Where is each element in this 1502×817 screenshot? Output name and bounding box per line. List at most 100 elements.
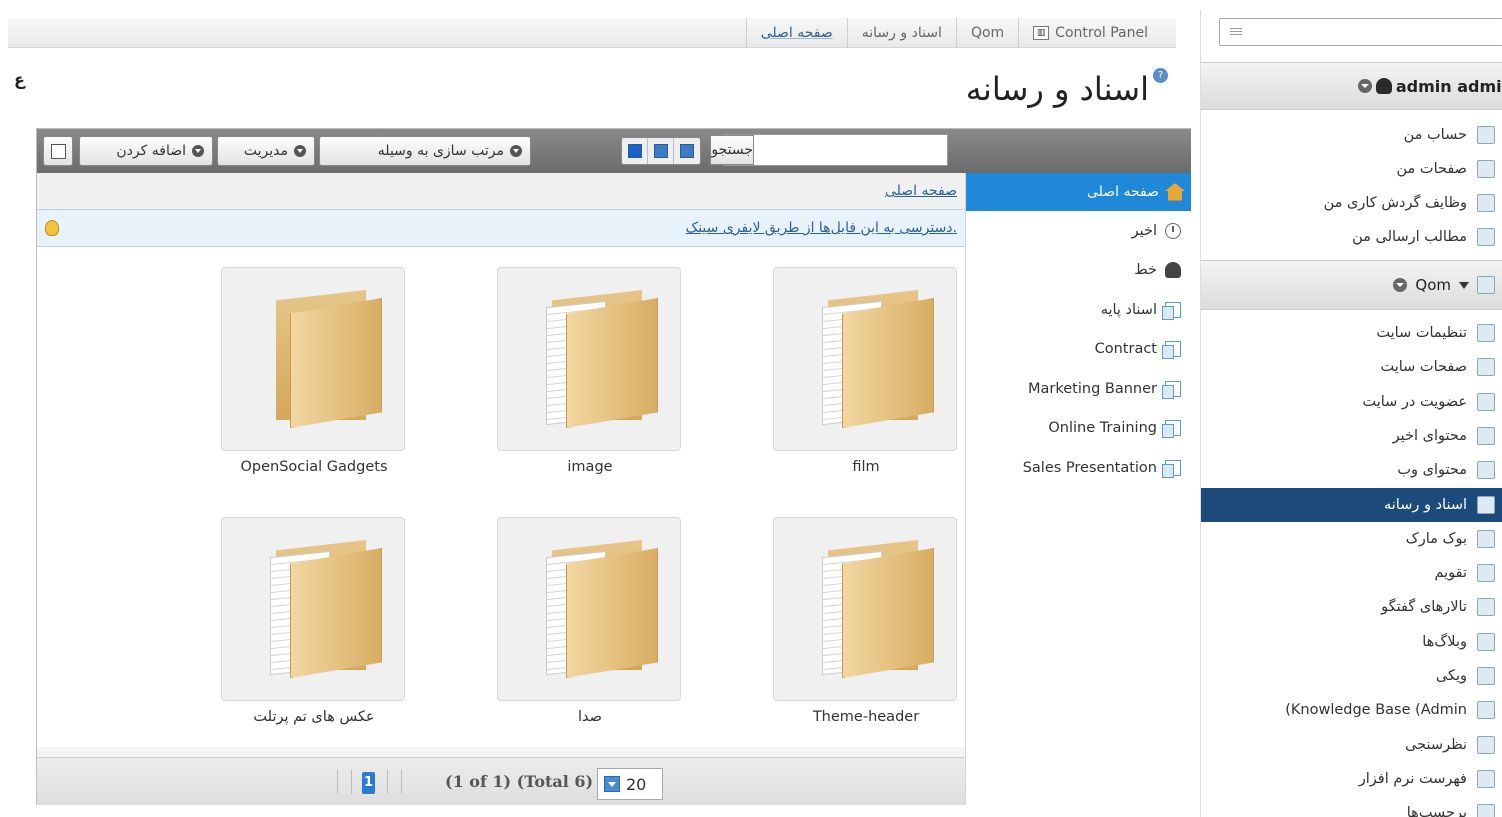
site-menu-arrow-icon[interactable] [1393, 278, 1408, 292]
breadcrumb-control-panel[interactable]: ▥ Control Panel [1018, 17, 1162, 48]
folder-item[interactable]: عکس های تم پرتلت [221, 517, 407, 725]
page-header: اسناد و رسانه ? [200, 64, 1168, 114]
dropdown-arrow-icon [510, 145, 522, 157]
folder-item[interactable]: film [773, 267, 959, 475]
folder-name[interactable]: film [773, 459, 959, 475]
site-item[interactable]: صفحات سایت [1201, 350, 1502, 384]
folder-item[interactable]: صدا [497, 517, 683, 725]
site-item[interactable]: عضویت در سایت [1201, 385, 1502, 419]
library-nav-list: اخیر خط اسناد پایه Contract Marketing Banner… [966, 211, 1191, 488]
folder-item[interactable]: OpenSocial Gadgets [221, 267, 407, 475]
breadcrumb-home[interactable]: صفحه اصلی [745, 17, 847, 48]
user-menu-arrow-icon[interactable] [1357, 79, 1372, 93]
document-type-icon [1162, 380, 1181, 399]
library-nav-item-label: اسناد پایه [1100, 301, 1157, 318]
folder-item[interactable]: image [497, 267, 683, 475]
library-nav-item[interactable]: Online Training [966, 409, 1191, 449]
library-nav-item[interactable]: Contract [966, 330, 1191, 370]
items-per-page-select[interactable]: 20 [597, 768, 663, 800]
content-breadcrumb[interactable]: صفحه اصلی [37, 173, 965, 209]
lightbulb-icon [45, 220, 59, 236]
message-boards-icon [1477, 598, 1495, 617]
folder-icon [290, 548, 382, 678]
descriptive-view-button[interactable] [648, 138, 674, 164]
folder-name[interactable]: عکس های تم پرتلت [221, 709, 407, 725]
site-item[interactable]: اسناد و رسانه [1201, 487, 1502, 522]
site-item[interactable]: فهرست نرم افزار [1201, 762, 1502, 796]
folder-name[interactable]: Theme-header [773, 709, 959, 725]
library-nav-item-label: اخیر [1131, 222, 1157, 239]
folder-name[interactable]: OpenSocial Gadgets [221, 459, 407, 475]
library-nav-item[interactable]: Marketing Banner [966, 369, 1191, 409]
my-item[interactable]: صفحات من [1201, 152, 1502, 186]
folder-name[interactable]: صدا [497, 709, 683, 725]
library-nav-item[interactable]: اسناد پایه [966, 290, 1191, 330]
toolbar: اضافه کردن مدیریت مرتب سازی به وسیله جست… [37, 129, 965, 173]
document-type-icon [1162, 301, 1181, 320]
my-item[interactable]: وظایف گردش کاری من [1201, 186, 1502, 220]
manage-button[interactable]: مدیریت [217, 136, 315, 166]
site-name: Qom [1415, 276, 1451, 294]
library-nav-item-label: خط [1134, 262, 1157, 279]
account-icon [1477, 126, 1495, 144]
folder-thumbnail[interactable] [773, 517, 957, 701]
site-item-label: تالارهای گفتگو [1381, 599, 1467, 616]
sort-button[interactable]: مرتب سازی به وسیله [319, 136, 531, 166]
lines-icon [1230, 28, 1242, 36]
recent-content-icon [1477, 426, 1495, 445]
page-number-button[interactable]: 1 [362, 772, 375, 794]
site-item-label: تنظیمات سایت [1376, 325, 1467, 341]
polls-icon [1477, 735, 1495, 754]
site-item[interactable]: تقویم [1201, 556, 1502, 590]
library-nav-header [965, 129, 1191, 173]
sort-button-label: مرتب سازی به وسیله [377, 143, 504, 159]
site-item[interactable]: محتوای اخیر [1201, 419, 1502, 453]
library-nav-home[interactable]: صفحه اصلی [966, 173, 1191, 211]
library-nav-item[interactable]: اخیر [966, 211, 1191, 251]
add-button[interactable]: اضافه کردن [79, 136, 213, 166]
site-item[interactable]: برچسب‌ها [1201, 796, 1502, 817]
site-selector[interactable]: Qom [1201, 260, 1502, 310]
my-item[interactable]: مطالب ارسالی من [1201, 220, 1502, 254]
descriptive-view-icon [653, 144, 668, 158]
folder-thumbnail[interactable] [497, 517, 681, 701]
search-button[interactable]: جستجو [710, 135, 754, 165]
site-item[interactable]: تنظیمات سایت [1201, 316, 1502, 350]
my-item[interactable]: حساب من [1201, 118, 1502, 152]
icon-view-button[interactable] [622, 138, 648, 164]
select-all-checkbox[interactable] [43, 136, 73, 166]
site-item-label: محتوای اخیر [1392, 427, 1467, 444]
page-summary: (1 of 1) (Total 6) [445, 772, 594, 791]
pager-divider [337, 770, 338, 794]
site-item[interactable]: نظرسنجی [1201, 728, 1502, 762]
pager-divider [387, 770, 388, 794]
folder-item[interactable]: Theme-header [773, 517, 959, 725]
content-breadcrumb-link[interactable]: صفحه اصلی [885, 183, 957, 199]
site-item[interactable]: بوک مارک [1201, 522, 1502, 556]
site-item[interactable]: (Knowledge Base (Admin [1201, 693, 1502, 727]
folder-grid: film image OpenSocial Gadgets Theme-header ص… [37, 247, 965, 747]
site-item[interactable]: ویکی [1201, 659, 1502, 693]
search-input[interactable] [754, 135, 947, 165]
control-panel-search-input[interactable] [1219, 18, 1502, 46]
site-item-label: تقویم [1434, 565, 1467, 582]
folder-thumbnail[interactable] [773, 267, 957, 451]
folder-thumbnail[interactable] [221, 517, 405, 701]
dropdown-arrow-icon [192, 145, 204, 157]
library-nav-item[interactable]: Sales Presentation [966, 448, 1191, 488]
breadcrumb-documents[interactable]: اسناد و رسانه [846, 17, 956, 48]
folder-thumbnail[interactable] [497, 267, 681, 451]
breadcrumb-site[interactable]: Qom [955, 17, 1018, 48]
site-item[interactable]: محتوای وب [1201, 453, 1502, 487]
folder-name[interactable]: image [497, 459, 683, 475]
site-item-label: عضویت در سایت [1362, 393, 1467, 410]
help-icon[interactable]: ? [1153, 68, 1168, 83]
calendar-icon [1477, 564, 1495, 583]
site-item[interactable]: تالارهای گفتگو [1201, 590, 1502, 624]
sync-info-link[interactable]: دسترسی به این فایل‌ها از طریق لایفری سین… [686, 220, 957, 236]
library-nav-item[interactable]: خط [966, 251, 1191, 291]
user-menu[interactable]: admin admin [1201, 62, 1502, 110]
list-view-button[interactable] [674, 138, 700, 164]
site-item[interactable]: وبلاگ‌ها [1201, 625, 1502, 659]
folder-thumbnail[interactable] [221, 267, 405, 451]
